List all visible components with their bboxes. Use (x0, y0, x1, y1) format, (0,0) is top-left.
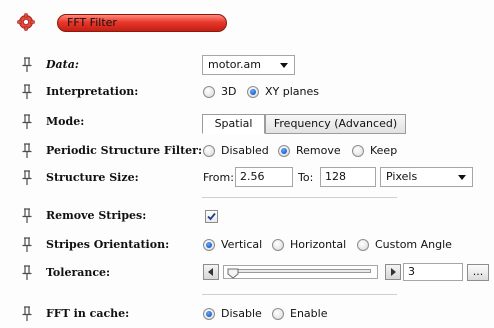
pin-icon[interactable] (21, 208, 33, 224)
orientation-radio-custom[interactable] (357, 239, 369, 251)
pin-icon[interactable] (21, 237, 33, 253)
to-label: To: (298, 171, 314, 184)
orientation-vertical-label: Vertical (221, 238, 263, 251)
periodic-remove-label: Remove (296, 144, 341, 157)
interpretation-3d-label: 3D (221, 85, 237, 98)
periodic-disabled-label: Disabled (221, 144, 269, 157)
structure-size-label: Structure Size: (46, 171, 139, 184)
gear-icon[interactable] (17, 13, 35, 31)
tab-frequency-advanced[interactable]: Frequency (Advanced) (265, 114, 406, 134)
pin-icon[interactable] (21, 143, 33, 159)
pin-icon[interactable] (21, 170, 33, 186)
data-select-value: motor.am (208, 58, 261, 71)
remove-stripes-checkbox[interactable] (205, 210, 218, 223)
orientation-horizontal-label: Horizontal (290, 238, 347, 251)
tolerance-slider[interactable] (223, 265, 378, 279)
fft-cache-enable-label: Enable (290, 307, 328, 320)
chevron-down-icon (280, 63, 288, 68)
interpretation-label: Interpretation: (46, 85, 139, 98)
checkmark-icon (207, 212, 216, 221)
pin-icon[interactable] (21, 57, 33, 73)
tolerance-more-button[interactable]: ... (467, 264, 489, 281)
properties-panel: FFT Filter Data: motor.am Interpretation… (0, 0, 494, 328)
separator (202, 294, 397, 295)
periodic-filter-label: Periodic Structure Filter: (46, 144, 203, 157)
slider-groove (230, 269, 371, 273)
slider-thumb[interactable] (227, 268, 239, 279)
tolerance-label: Tolerance: (46, 266, 111, 279)
separator (202, 197, 397, 198)
to-input[interactable]: 128 (320, 167, 376, 187)
slider-increase-button[interactable] (385, 264, 401, 280)
remove-stripes-label: Remove Stripes: (46, 209, 147, 222)
module-title[interactable]: FFT Filter (57, 14, 227, 32)
from-label: From: (203, 171, 234, 184)
tolerance-input[interactable]: 3 (403, 263, 463, 281)
fft-cache-radio-disable[interactable] (203, 308, 215, 320)
periodic-radio-remove[interactable] (278, 145, 290, 157)
data-label: Data: (46, 58, 79, 71)
interpretation-xy-label: XY planes (265, 85, 320, 98)
periodic-radio-keep[interactable] (352, 145, 364, 157)
mode-label: Mode: (46, 115, 85, 128)
fft-cache-label: FFT in cache: (46, 307, 130, 320)
stripes-orientation-label: Stripes Orientation: (46, 238, 170, 251)
slider-decrease-button[interactable] (203, 264, 219, 280)
orientation-radio-vertical[interactable] (203, 239, 215, 251)
from-input[interactable]: 2.56 (235, 167, 293, 187)
orientation-radio-horizontal[interactable] (272, 239, 284, 251)
pin-icon[interactable] (21, 114, 33, 130)
unit-select[interactable]: Pixels (380, 167, 473, 187)
tab-spatial[interactable]: Spatial (202, 114, 265, 134)
arrow-right-icon (391, 268, 396, 276)
arrow-left-icon (208, 268, 213, 276)
chevron-down-icon (458, 175, 466, 180)
unit-select-value: Pixels (386, 170, 418, 183)
fft-cache-disable-label: Disable (221, 307, 262, 320)
pin-icon[interactable] (21, 84, 33, 100)
interpretation-radio-3d[interactable] (203, 86, 215, 98)
interpretation-radio-xy[interactable] (247, 86, 259, 98)
periodic-keep-label: Keep (370, 144, 398, 157)
pin-icon[interactable] (21, 306, 33, 322)
orientation-custom-label: Custom Angle (375, 238, 452, 251)
data-select[interactable]: motor.am (202, 55, 295, 75)
fft-cache-radio-enable[interactable] (272, 308, 284, 320)
periodic-radio-disabled[interactable] (203, 145, 215, 157)
pin-icon[interactable] (21, 265, 33, 281)
